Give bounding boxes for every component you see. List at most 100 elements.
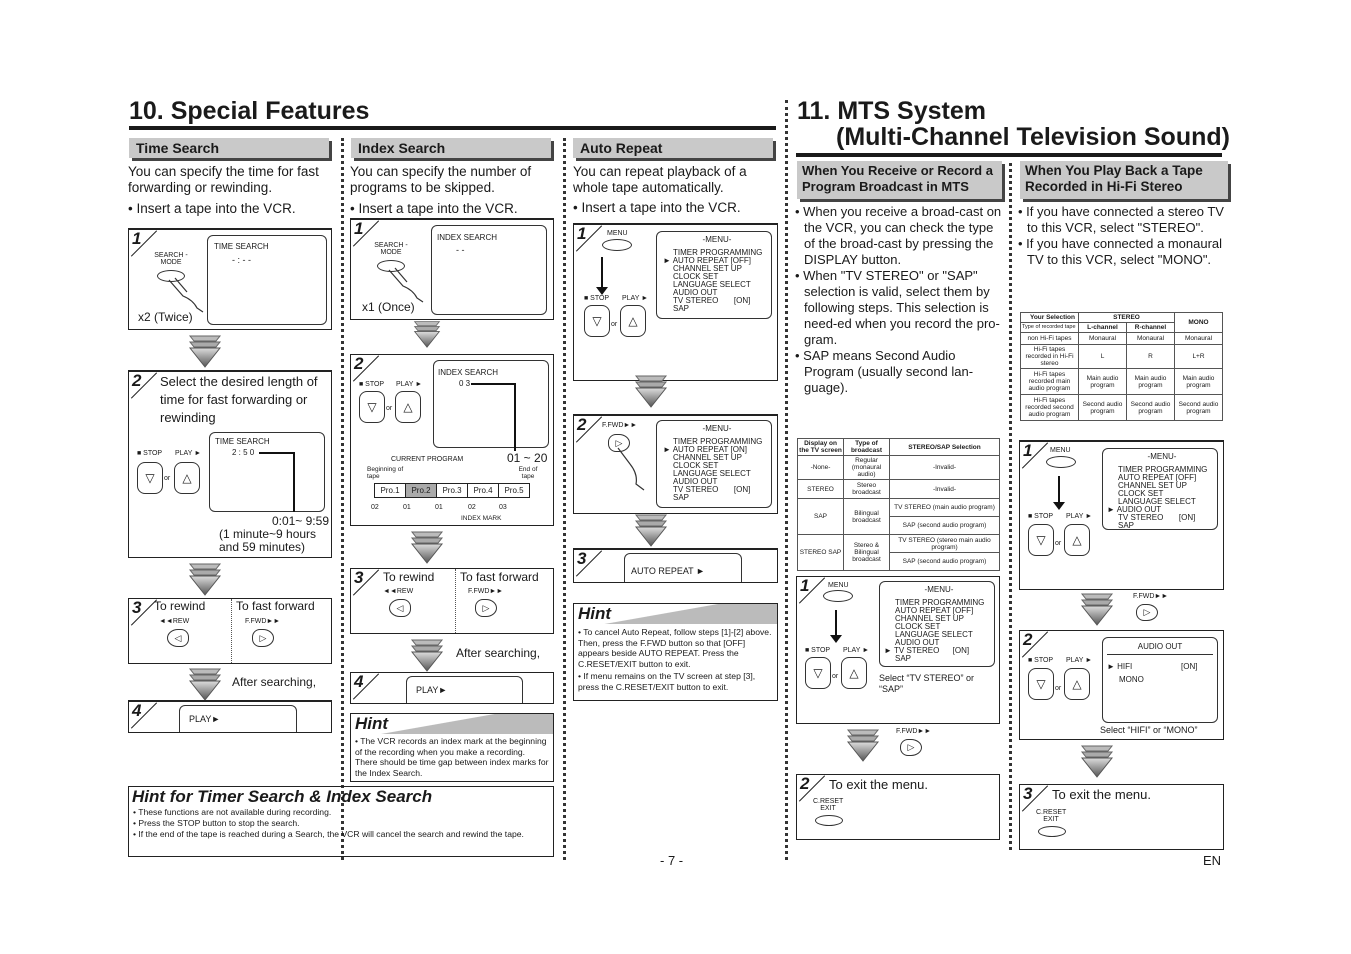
menu-button[interactable]: [823, 590, 853, 602]
program-cell: Pro.5: [498, 483, 530, 498]
play-button[interactable]: △: [1064, 668, 1090, 700]
table-cell: Hi-Fi tapes recorded in Hi-Fi stereo: [1020, 344, 1079, 369]
play-button[interactable]: △: [174, 462, 200, 494]
rewind-button[interactable]: ◁: [167, 629, 189, 647]
step-number: 4: [129, 702, 157, 730]
or-label: or: [164, 475, 171, 482]
index-search-intro: You can specify the number of programs t…: [350, 164, 532, 195]
step-number: 3: [351, 569, 379, 597]
stop-button[interactable]: ▽: [1028, 524, 1054, 556]
menu-button[interactable]: [1046, 456, 1076, 468]
fast-forward-label: To fast forward: [236, 599, 315, 613]
hifi-step-2: 2 ■ STOP PLAY ► ▽ or △ AUDIO OUT ► HIFI …: [1019, 630, 1224, 740]
ffwd-button-label: F.FWD►►: [1133, 593, 1169, 600]
screen-value: - -: [456, 245, 465, 255]
table-header: Type of broadcast: [843, 438, 890, 456]
option-hifi-selected[interactable]: ► HIFI: [1107, 663, 1132, 671]
menu-title: -MENU-: [924, 585, 954, 594]
play-button[interactable]: △: [620, 305, 646, 337]
table-cell: TV STEREO (stereo main audio program): [889, 534, 1000, 553]
index-mark-value: 01: [435, 504, 443, 511]
table-row: SAP Bilingual broadcast TV STEREO (main au…: [797, 498, 1000, 535]
time-search-bullet: • Insert a tape into the VCR.: [128, 201, 296, 216]
press-count: x1 (Once): [362, 300, 415, 314]
fast-forward-button[interactable]: ▷: [1136, 604, 1158, 621]
fast-forward-label: To fast forward: [460, 570, 539, 584]
down-arrow-icon: [846, 729, 880, 762]
table-cell: Monaural: [1174, 332, 1223, 345]
table-cell: SAP (second audio program): [889, 552, 1000, 571]
step-number: 2: [351, 355, 379, 383]
play-button[interactable]: △: [841, 657, 867, 689]
option-mono[interactable]: MONO: [1119, 676, 1144, 684]
reset-exit-button[interactable]: [815, 815, 843, 826]
menu-screen: -MENU- TIMER PROGRAMMING ► AUTO REPEAT […: [656, 420, 772, 508]
or-label: or: [386, 405, 393, 412]
heading-index-search: Index Search: [351, 138, 551, 158]
reset-exit-button[interactable]: [1038, 826, 1066, 837]
column-divider: [563, 138, 566, 860]
stop-button[interactable]: ▽: [584, 305, 610, 337]
bullet: • If you have connected a monaural TV to…: [1018, 236, 1223, 267]
time-search-step-2: 2 Select the desired length of time for …: [128, 370, 332, 558]
play-label: PLAY ►: [175, 450, 202, 457]
fast-forward-button[interactable]: ▷: [252, 629, 274, 647]
stop-button[interactable]: ▽: [137, 462, 163, 494]
time-range-note: (1 minute~9 hours and 59 minutes): [219, 527, 317, 554]
stop-button[interactable]: ▽: [359, 391, 385, 423]
hand-press-icon: [388, 267, 424, 303]
step-number: 2: [129, 372, 157, 400]
hifi-table: Your Selection STEREO MONO Type of recor…: [1020, 312, 1223, 421]
play-button[interactable]: △: [395, 391, 421, 423]
option-value: [ON]: [1181, 662, 1198, 671]
screen-title: TIME SEARCH: [214, 242, 269, 251]
stop-button[interactable]: ▽: [805, 657, 831, 689]
menu-item[interactable]: SAP: [884, 655, 994, 663]
play-label: PLAY ►: [396, 381, 423, 388]
program-cell: Pro.4: [467, 483, 499, 498]
index-mark-value: 02: [371, 504, 379, 511]
down-arrow-icon: [596, 287, 608, 295]
table-cell: L+R: [1174, 344, 1223, 369]
stop-button[interactable]: ▽: [1028, 668, 1054, 700]
menu-item[interactable]: SAP: [1107, 522, 1217, 530]
auto-repeat-step-1: 1 MENU ■ STOP PLAY ► ▽ or △ -MENU- TIMER…: [573, 223, 778, 381]
menu-label: MENU: [607, 230, 628, 237]
table-cell: Monaural: [1126, 332, 1175, 345]
table-cell: STEREO SAP: [797, 534, 844, 571]
down-arrow-icon: [1080, 593, 1114, 626]
menu-item[interactable]: SAP: [663, 494, 771, 502]
audio-out-screen: AUDIO OUT ► HIFI [ON] MONO: [1102, 637, 1218, 723]
menu-item[interactable]: SAP: [663, 305, 771, 313]
time-search-step-4: 4 PLAY►: [128, 700, 332, 733]
menu-button[interactable]: [602, 239, 632, 251]
hint-text: • To cancel Auto Repeat, follow steps [1…: [574, 624, 777, 695]
table-cell: Second audio program: [1174, 394, 1223, 421]
table-row: STEREO Stereo broadcast -Invalid-: [797, 479, 1000, 499]
step-number: 1: [1020, 442, 1048, 470]
down-arrow-icon: [830, 635, 842, 643]
pointer-line: [471, 383, 515, 385]
table-row: non Hi-Fi tapes Monaural Monaural Monaural: [1020, 332, 1223, 345]
pointer-line: [259, 452, 295, 454]
column-divider: [341, 138, 344, 860]
fast-forward-button[interactable]: ▷: [900, 739, 922, 756]
hifi-step-3: 3 To exit the menu. C.RESET EXIT: [1019, 784, 1224, 850]
table-cell: Second audio program: [1078, 394, 1127, 421]
table-cell: -Invalid-: [889, 479, 1000, 499]
index-mark-value: 01: [403, 504, 411, 511]
play-label: PLAY ►: [843, 647, 870, 654]
current-program-label: CURRENT PROGRAM: [391, 456, 464, 463]
program-strip: Pro.1 Pro.2 Pro.3 Pro.4 Pro.5: [374, 483, 530, 498]
column-divider: [1009, 163, 1012, 850]
fast-forward-button[interactable]: ▷: [475, 599, 497, 617]
table-cell: Stereo & Bilingual broadcast: [843, 534, 890, 571]
play-button[interactable]: △: [1064, 524, 1090, 556]
rewind-button[interactable]: ◁: [389, 599, 411, 617]
index-search-step-1: 1 SEARCH -MODE INDEX SEARCH - - x1 (Once…: [350, 218, 554, 320]
step-number: 3: [129, 599, 157, 627]
section-subtitle-mts: (Multi-Channel Television Sound): [836, 123, 1230, 151]
auto-repeat-bullet: • Insert a tape into the VCR.: [573, 200, 741, 215]
table-row: -None- Regular (monaural audio) -Invalid-: [797, 455, 1000, 480]
table-cell: non Hi-Fi tapes: [1020, 332, 1079, 345]
